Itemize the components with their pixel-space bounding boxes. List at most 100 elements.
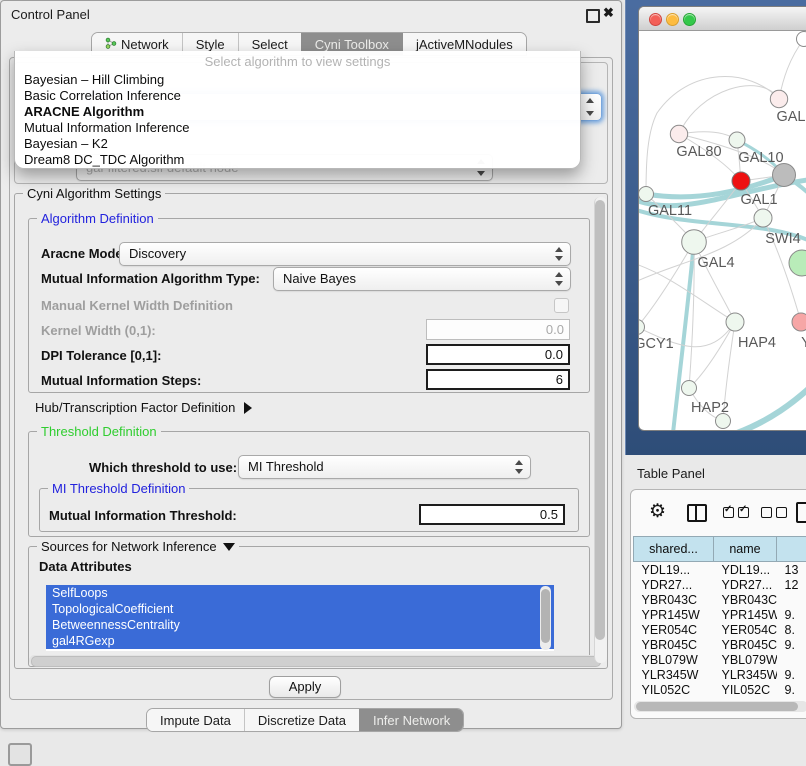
network-edge[interactable] — [779, 39, 804, 99]
algorithm-option[interactable]: Dream8 DC_TDC Algorithm — [15, 152, 580, 168]
network-edge[interactable] — [679, 86, 779, 134]
panel-corner-button[interactable] — [8, 743, 32, 766]
settings-scrollbar-thumb[interactable] — [595, 200, 605, 640]
table-cell: YER054C — [634, 622, 714, 637]
table-cell: YDL19... — [634, 562, 714, 578]
aracne-mode-value: Discovery — [129, 246, 186, 261]
network-node[interactable] — [670, 125, 687, 142]
unchecked-pair-icon[interactable] — [761, 507, 787, 518]
network-node[interactable] — [792, 313, 806, 331]
network-node[interactable] — [773, 164, 796, 187]
close-traffic-light-icon[interactable] — [649, 13, 662, 26]
algorithm-option[interactable]: Basic Correlation Inference — [15, 88, 580, 104]
attributes-scrollbar-thumb[interactable] — [541, 589, 550, 643]
attribute-list-item[interactable]: gal4RGexp — [46, 633, 554, 649]
columns-icon[interactable] — [687, 504, 707, 522]
cyni-settings-title: Cyni Algorithm Settings — [23, 186, 165, 201]
table-row[interactable]: YDL19...YDL19...13 — [634, 562, 806, 578]
which-threshold-label: Which threshold to use: — [89, 460, 237, 475]
algorithm-option[interactable]: ARACNE Algorithm — [15, 104, 580, 120]
network-node[interactable] — [639, 320, 645, 335]
network-node[interactable] — [682, 230, 707, 255]
which-threshold-combo[interactable]: MI Threshold — [238, 455, 531, 479]
node-label: Y — [801, 335, 806, 351]
network-node[interactable] — [682, 381, 697, 396]
network-node[interactable] — [770, 90, 787, 107]
network-edge[interactable] — [694, 242, 735, 322]
hub-definition-expander[interactable]: Hub/Transcription Factor Definition — [35, 400, 252, 415]
attribute-list-item[interactable]: TopologicalCoefficient — [46, 601, 554, 617]
dpi-tolerance-label: DPI Tolerance [0,1]: — [41, 348, 161, 363]
sources-title[interactable]: Sources for Network Inference — [37, 539, 239, 554]
algorithm-option[interactable]: Mutual Information Inference — [15, 120, 580, 136]
expander-arrow-icon — [244, 402, 252, 414]
bottom-tab-bar: Impute DataDiscretize DataInfer Network — [146, 708, 464, 732]
dpi-tolerance-field[interactable]: 0.0 — [426, 344, 570, 365]
control-panel-window: Control Panel ✖ NetworkStyleSelectCyni T… — [0, 0, 622, 729]
network-node[interactable] — [754, 209, 772, 227]
manual-kernel-label: Manual Kernel Width Definition — [41, 298, 233, 313]
mi-algorithm-type-value: Naive Bayes — [283, 271, 356, 286]
network-node[interactable] — [716, 414, 731, 429]
table-scrollbar-thumb[interactable] — [636, 702, 798, 711]
attribute-list-item[interactable]: BetweennessCentrality — [46, 617, 554, 633]
which-threshold-value: MI Threshold — [248, 459, 324, 474]
gear-icon[interactable]: ⚙ — [649, 502, 666, 521]
table-cell: YBL079W — [714, 652, 777, 667]
mi-threshold-field[interactable]: 0.5 — [419, 504, 565, 525]
kernel-width-field[interactable]: 0.0 — [426, 319, 570, 340]
network-edge[interactable] — [689, 322, 735, 388]
algorithm-dropdown-list: Bayesian – Hill ClimbingBasic Correlatio… — [15, 72, 580, 168]
table-row[interactable]: YBR045CYBR045C9. — [634, 637, 806, 652]
aracne-mode-combo[interactable]: Discovery — [119, 242, 571, 266]
table-row[interactable]: YLR345WYLR345W9. — [634, 667, 806, 682]
network-edge[interactable] — [737, 381, 806, 430]
algorithm-option[interactable]: Bayesian – K2 — [15, 136, 580, 152]
table-row[interactable]: YIL052CYIL052C9. — [634, 682, 806, 697]
column-header[interactable]: name — [714, 537, 777, 562]
network-node[interactable] — [797, 32, 806, 47]
table-row[interactable]: YER054CYER054C8. — [634, 622, 806, 637]
control-panel-title: Control Panel — [11, 7, 90, 22]
mi-algorithm-type-combo[interactable]: Naive Bayes — [273, 267, 571, 291]
network-edge[interactable] — [646, 77, 779, 194]
table-cell: YDR27... — [714, 577, 777, 592]
float-window-icon[interactable] — [586, 9, 600, 23]
network-node[interactable] — [639, 187, 654, 202]
bottom-tab-discretize-data[interactable]: Discretize Data — [244, 709, 359, 731]
checked-pair-icon[interactable] — [723, 507, 749, 518]
horizontal-scrollbar-thumb[interactable] — [31, 656, 601, 667]
table-row[interactable]: YBR043CYBR043C — [634, 592, 806, 607]
tab-label: Network — [121, 37, 169, 52]
checked-box-icon — [738, 507, 749, 518]
manual-kernel-checkbox[interactable] — [554, 298, 569, 313]
table-row[interactable]: YDR27...YDR27...12 — [634, 577, 806, 592]
mi-steps-field[interactable]: 6 — [426, 369, 570, 390]
table-cell: YLR345W — [714, 667, 777, 682]
combo-arrows-icon — [554, 243, 564, 265]
screen: { "control_panel": { "title": "Control P… — [0, 0, 806, 762]
algorithm-option[interactable]: Bayesian – Hill Climbing — [15, 72, 580, 88]
table-row[interactable]: YBL079WYBL079W — [634, 652, 806, 667]
node-label: GAL80 — [676, 144, 721, 160]
network-node[interactable] — [726, 313, 744, 331]
bottom-tab-impute-data[interactable]: Impute Data — [147, 709, 244, 731]
network-canvas[interactable]: GALGAL80GAL10GAL1SWI4GAL11GAL4GCY1HAP4YH… — [639, 31, 806, 430]
network-node[interactable] — [789, 250, 806, 276]
network-node[interactable] — [729, 132, 745, 148]
mi-steps-label: Mutual Information Steps: — [41, 373, 201, 388]
close-icon[interactable]: ✖ — [603, 5, 614, 21]
attribute-list-item[interactable]: SelfLoops — [46, 585, 554, 601]
minimize-traffic-light-icon[interactable] — [666, 13, 679, 26]
mi-threshold-group-title: MI Threshold Definition — [48, 481, 189, 496]
table-row[interactable]: YPR145WYPR145W9. — [634, 607, 806, 622]
column-header[interactable] — [777, 537, 806, 562]
network-window-titlebar[interactable] — [639, 7, 806, 31]
apply-button[interactable]: Apply — [269, 676, 341, 698]
page-icon[interactable] — [796, 502, 806, 523]
bottom-tab-infer-network[interactable]: Infer Network — [359, 709, 463, 731]
zoom-traffic-light-icon[interactable] — [683, 13, 696, 26]
table-toolbar: ⚙ — [631, 490, 806, 534]
network-node[interactable] — [732, 172, 750, 190]
column-header[interactable]: shared... — [634, 537, 714, 562]
